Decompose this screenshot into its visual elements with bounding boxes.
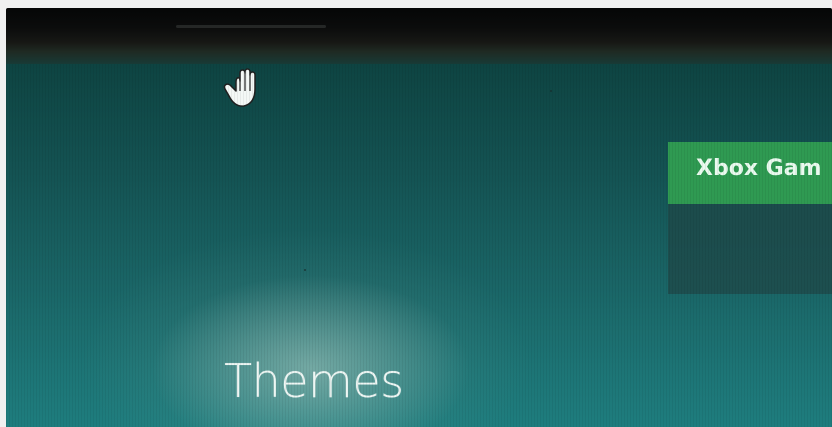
screen-speck — [304, 269, 306, 271]
monitor-bezel — [6, 8, 832, 64]
page-title: Themes — [224, 354, 404, 408]
screen-speck — [550, 90, 552, 92]
bezel-reflection — [176, 25, 326, 28]
photo-of-monitor: Xbox Gam Themes — [0, 0, 832, 427]
xbox-games-tile-header[interactable]: Xbox Gam — [668, 142, 832, 204]
screen: Xbox Gam Themes — [6, 64, 832, 427]
xbox-games-tile-title: Xbox Gam — [696, 156, 822, 181]
hand-cursor-icon — [223, 64, 267, 114]
xbox-games-tile[interactable]: Xbox Gam — [668, 142, 832, 294]
